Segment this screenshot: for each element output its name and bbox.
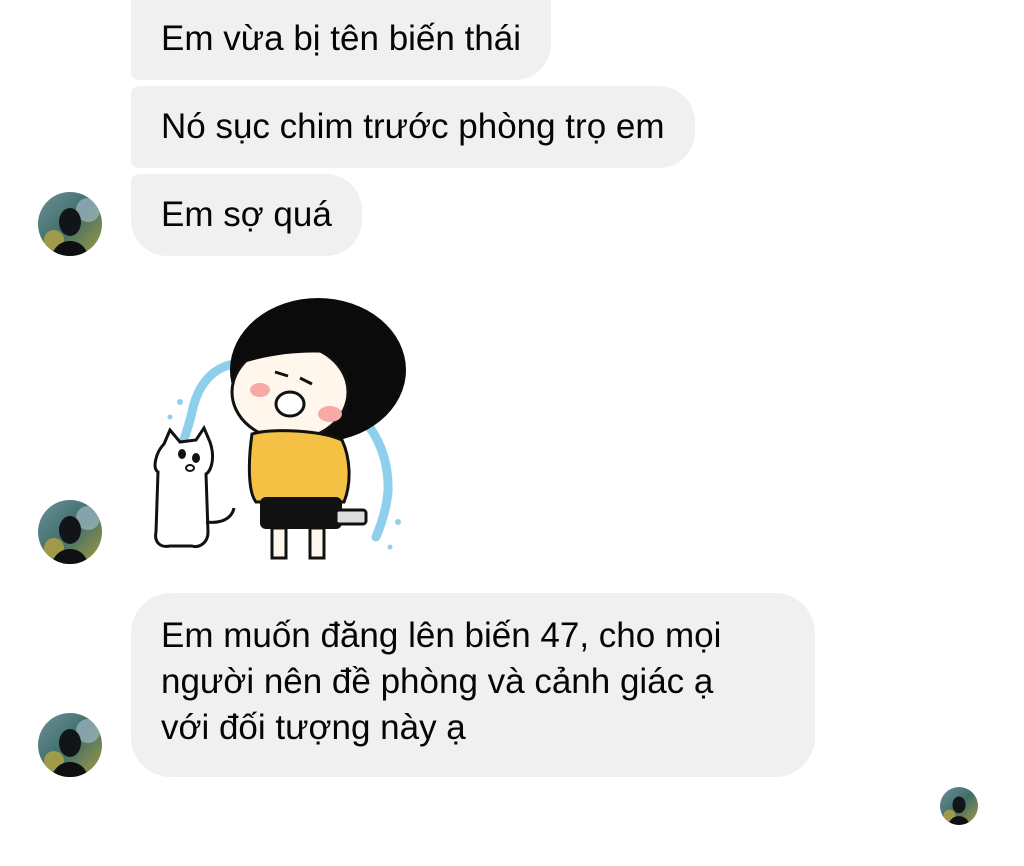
message-text: Em vừa bị tên biến thái [161, 19, 522, 58]
contact-avatar[interactable] [38, 713, 102, 777]
seen-avatar-image [940, 787, 978, 825]
message-bubble[interactable]: Em vừa bị tên biến thái [131, 0, 552, 80]
avatar-image [38, 713, 102, 777]
message-text-line: Em muốn đăng lên biến 47, cho mọi [161, 616, 722, 655]
avatar-image [38, 192, 102, 256]
message-text-line: với đối tượng này ạ [161, 708, 466, 747]
sticker-image [153, 298, 406, 560]
contact-avatar[interactable] [38, 500, 102, 564]
message-bubble[interactable]: Nó sục chim trước phòng trọ em [131, 86, 695, 168]
contact-avatar[interactable] [38, 192, 102, 256]
message-text: Em sợ quá [161, 195, 332, 234]
crying-girl-and-cat-sticker[interactable] [140, 292, 420, 572]
message-text-line: người nên đề phòng và cảnh giác ạ [161, 662, 714, 701]
message-bubble[interactable]: Em sợ quá [131, 174, 362, 256]
message-thread: Em vừa bị tên biến thái Nó sục chim trướ… [0, 0, 1024, 866]
message-bubble[interactable]: Em muốn đăng lên biến 47, cho mọi người … [131, 593, 815, 777]
avatar-image [38, 500, 102, 564]
message-text: Nó sục chim trước phòng trọ em [161, 107, 665, 146]
seen-receipt-avatar [940, 787, 978, 825]
